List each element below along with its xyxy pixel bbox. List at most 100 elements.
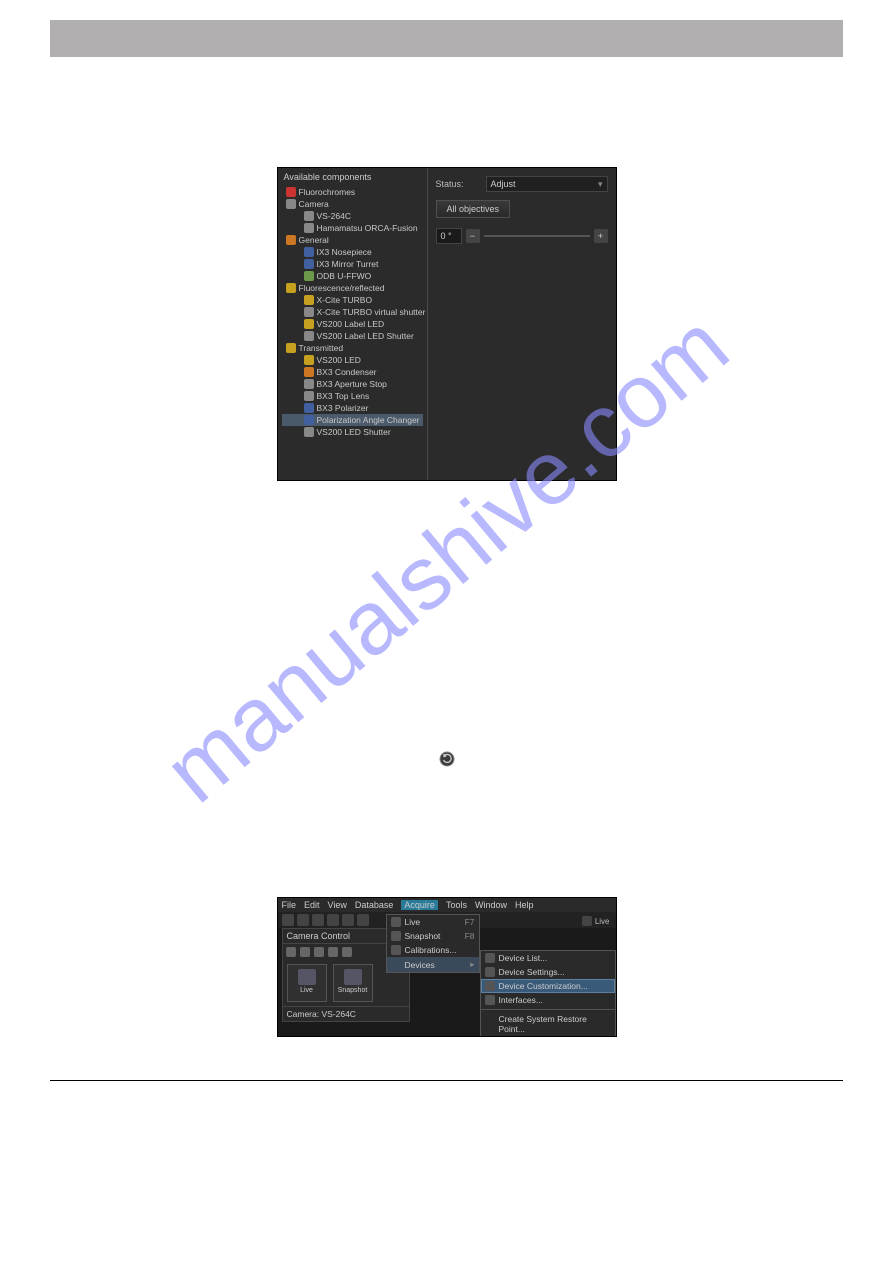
tool-button[interactable] (282, 914, 294, 926)
live-icon (298, 969, 316, 985)
menu-bar: File Edit View Database Acquire Tools Wi… (278, 898, 616, 912)
tool-button[interactable] (312, 914, 324, 926)
tool-button[interactable] (327, 914, 339, 926)
submenu-label: Device Settings... (499, 967, 565, 977)
camera-item-icon (304, 223, 314, 233)
tree-item[interactable]: Hamamatsu ORCA-Fusion (282, 222, 423, 234)
tree-label: ODB U-FFWO (317, 271, 372, 281)
bulb-icon (304, 355, 314, 365)
interfaces-icon (485, 995, 495, 1005)
submenu-device-list[interactable]: Device List... (481, 951, 615, 965)
tree-item[interactable]: BX3 Top Lens (282, 390, 423, 402)
cam-tool-icon[interactable] (328, 947, 338, 957)
tree-item[interactable]: VS200 LED (282, 354, 423, 366)
menu-file[interactable]: File (282, 900, 297, 910)
tool-button[interactable] (342, 914, 354, 926)
tree-label: X-Cite TURBO (317, 295, 373, 305)
tree-item[interactable]: VS200 Label LED Shutter (282, 330, 423, 342)
shortcut: F7 (465, 917, 475, 927)
device-settings-icon (485, 967, 495, 977)
submenu-interfaces[interactable]: Interfaces... (481, 993, 615, 1007)
panel-title: Available components (278, 168, 427, 186)
general-icon (286, 235, 296, 245)
tree-label: Camera (299, 199, 329, 209)
tree-item[interactable]: BX3 Aperture Stop (282, 378, 423, 390)
live-button[interactable]: Live (287, 964, 327, 1002)
menu-edit[interactable]: Edit (304, 900, 320, 910)
status-select[interactable]: Adjust (486, 176, 608, 192)
live-icon (391, 917, 401, 927)
submenu-device-customization[interactable]: Device Customization... (481, 979, 615, 993)
tree-label: BX3 Top Lens (317, 391, 370, 401)
button-label: Snapshot (338, 987, 368, 994)
tree-label: IX3 Nosepiece (317, 247, 372, 257)
tree-label: Fluorescence/reflected (299, 283, 385, 293)
tree-fluorescence[interactable]: Fluorescence/reflected (282, 282, 423, 294)
submenu-restore-restore[interactable]: Restore System Restore Point... (481, 1036, 615, 1037)
shortcut: F8 (465, 931, 475, 941)
menu-item-live[interactable]: LiveF7 (387, 915, 479, 929)
tool-button[interactable] (297, 914, 309, 926)
tree-item[interactable]: BX3 Condenser (282, 366, 423, 378)
tree-item[interactable]: ODB U-FFWO (282, 270, 423, 282)
angle-slider[interactable] (484, 235, 590, 237)
live-indicator-right: Live (582, 916, 610, 926)
shutter-icon (304, 307, 314, 317)
menu-view[interactable]: View (328, 900, 347, 910)
snapshot-icon (391, 931, 401, 941)
tree-label: VS200 Label LED Shutter (317, 331, 414, 341)
tree-item[interactable]: X-Cite TURBO (282, 294, 423, 306)
tree-fluorochromes[interactable]: Fluorochromes (282, 186, 423, 198)
cam-tool-icon[interactable] (314, 947, 324, 957)
tree-transmitted[interactable]: Transmitted (282, 342, 423, 354)
tree-item[interactable]: IX3 Mirror Turret (282, 258, 423, 270)
submenu-device-settings[interactable]: Device Settings... (481, 965, 615, 979)
shutter-icon (304, 427, 314, 437)
menu-tools[interactable]: Tools (446, 900, 467, 910)
tree-label: Hamamatsu ORCA-Fusion (317, 223, 418, 233)
submenu-create-restore[interactable]: Create System Restore Point... (481, 1012, 615, 1036)
camera-label: Camera: VS-264C (283, 1006, 409, 1021)
tree-item-selected[interactable]: Polarization Angle Changer (282, 414, 423, 426)
condenser-icon (304, 367, 314, 377)
device-icon (304, 259, 314, 269)
device-settings-panel: Available components Fluorochromes Camer… (277, 167, 617, 481)
tree-item[interactable]: VS-264C (282, 210, 423, 222)
cam-tool-icon[interactable] (286, 947, 296, 957)
tree-label: Fluorochromes (299, 187, 356, 197)
tree-label: General (299, 235, 329, 245)
page-footer (50, 1080, 843, 1087)
decrement-button[interactable]: − (466, 229, 480, 243)
device-icon (304, 271, 314, 281)
menu-window[interactable]: Window (475, 900, 507, 910)
tree-item[interactable]: BX3 Polarizer (282, 402, 423, 414)
aperture-icon (304, 379, 314, 389)
tree-item[interactable]: VS200 Label LED (282, 318, 423, 330)
menu-item-devices[interactable]: Devices▸ (387, 957, 479, 972)
cam-tool-icon[interactable] (300, 947, 310, 957)
snapshot-button[interactable]: Snapshot (333, 964, 373, 1002)
tree-item[interactable]: X-Cite TURBO virtual shutter (282, 306, 423, 318)
tree-general[interactable]: General (282, 234, 423, 246)
available-components-tree: Available components Fluorochromes Camer… (278, 168, 428, 480)
tree-item[interactable]: IX3 Nosepiece (282, 246, 423, 258)
fluorescence-icon (286, 283, 296, 293)
menu-help[interactable]: Help (515, 900, 534, 910)
degree-input[interactable]: 0 ° (436, 228, 462, 244)
menu-item-calibrations[interactable]: Calibrations... (387, 943, 479, 957)
all-objectives-tab[interactable]: All objectives (436, 200, 511, 218)
angle-changer-icon (304, 415, 314, 425)
tool-button[interactable] (357, 914, 369, 926)
camera-icon (286, 199, 296, 209)
tree-label: BX3 Condenser (317, 367, 377, 377)
tree-label: VS200 Label LED (317, 319, 385, 329)
cam-tool-icon[interactable] (342, 947, 352, 957)
tree-item[interactable]: VS200 LED Shutter (282, 426, 423, 438)
menu-acquire[interactable]: Acquire (401, 900, 438, 910)
increment-button[interactable]: + (594, 229, 608, 243)
menu-item-snapshot[interactable]: SnapshotF8 (387, 929, 479, 943)
snapshot-icon (344, 969, 362, 985)
tree-camera[interactable]: Camera (282, 198, 423, 210)
menu-database[interactable]: Database (355, 900, 394, 910)
live-label: Live (595, 917, 610, 926)
